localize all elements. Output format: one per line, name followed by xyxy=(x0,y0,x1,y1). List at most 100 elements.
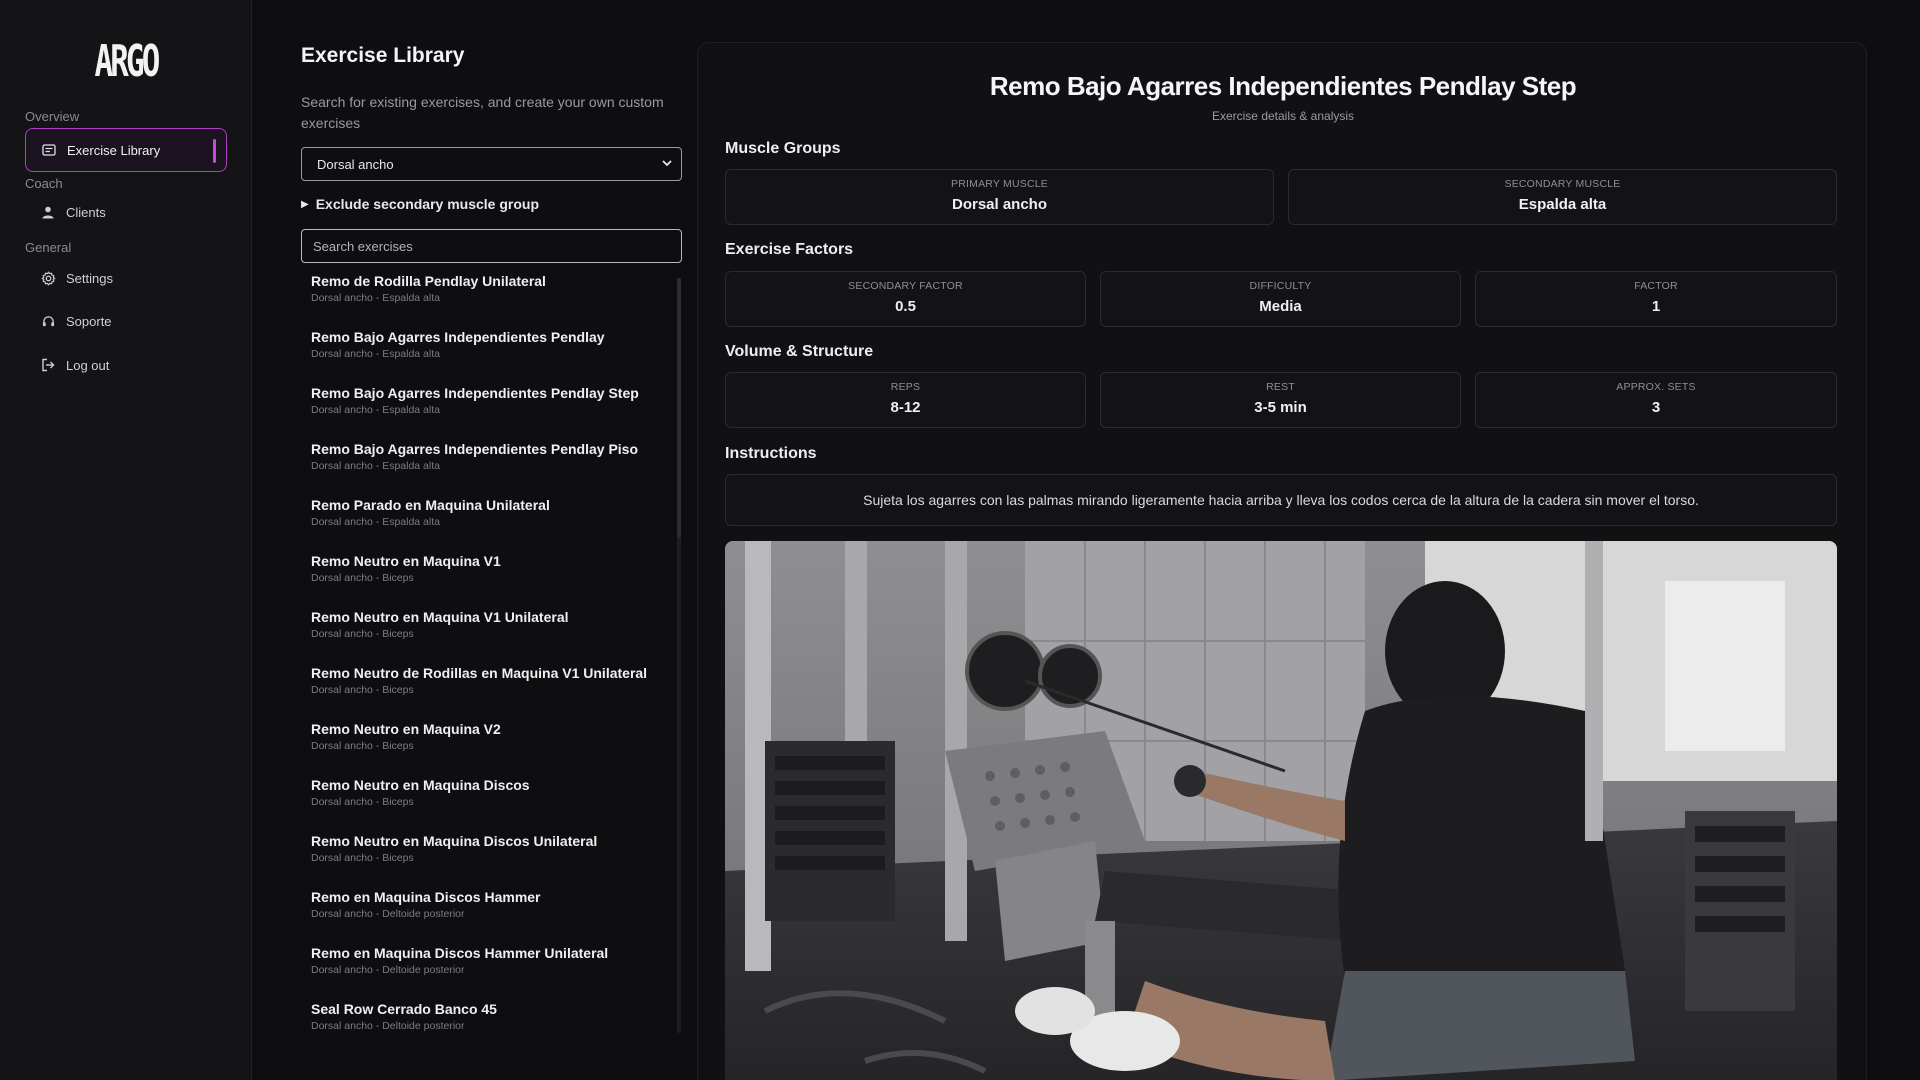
exercise-muscles: Dorsal ancho - Espalda alta xyxy=(311,516,440,528)
section-label-general: General xyxy=(25,240,72,255)
exercise-muscles: Dorsal ancho - Espalda alta xyxy=(311,348,440,360)
stat-value: 8-12 xyxy=(890,399,921,416)
exercise-muscles: Dorsal ancho - Deltoide posterior xyxy=(311,908,465,920)
sidebar-item-exercise-library[interactable]: Exercise Library xyxy=(25,128,227,172)
muscle-groups-heading: Muscle Groups xyxy=(725,140,841,157)
stat-label: Secondary Factor xyxy=(848,280,963,292)
instructions-text: Sujeta los agarres con las palmas mirand… xyxy=(863,492,1699,508)
difficulty-card: Difficulty Media xyxy=(1100,271,1461,327)
exercise-name: Remo Neutro de Rodillas en Maquina V1 Un… xyxy=(311,665,648,681)
stat-label: Secondary Muscle xyxy=(1504,178,1621,190)
exercise-muscles: Dorsal ancho - Biceps xyxy=(311,796,414,808)
exclude-secondary-label: Exclude secondary muscle group xyxy=(315,196,539,212)
exercise-name: Seal Row Cerrado Banco 45 xyxy=(311,1001,497,1017)
exercise-list-item[interactable]: Remo en Maquina Discos Hammer Dorsal anch… xyxy=(301,888,682,944)
exercise-list-item[interactable]: Remo Neutro en Maquina V1 Unilateral Dors… xyxy=(301,608,682,664)
exercise-muscles: Dorsal ancho - Biceps xyxy=(311,684,414,696)
exercise-name: Remo Bajo Agarres Independientes Pendlay xyxy=(311,329,605,345)
exercise-list-item[interactable]: Remo Neutro en Maquina V2 Dorsal ancho - … xyxy=(301,720,682,776)
exercise-list-item[interactable]: Remo Neutro en Maquina Discos Unilateral… xyxy=(301,832,682,888)
muscle-group-select[interactable]: Dorsal ancho xyxy=(301,147,682,181)
exercise-name: Remo de Rodilla Pendlay Unilateral xyxy=(311,273,546,289)
section-label-overview: Overview xyxy=(25,109,80,124)
stat-value: 3 xyxy=(1651,399,1661,416)
section-label-coach: Coach xyxy=(25,176,63,191)
exercise-factors-heading: Exercise Factors xyxy=(725,241,854,258)
stat-label: Difficulty xyxy=(1249,280,1312,292)
user-icon xyxy=(40,204,56,220)
exercise-name: Remo Bajo Agarres Independientes Pendlay… xyxy=(311,441,639,457)
exercise-list-item[interactable]: Remo Neutro de Rodillas en Maquina V1 Un… xyxy=(301,664,682,720)
exercise-muscles: Dorsal ancho - Deltoide posterior xyxy=(311,964,465,976)
sidebar: ARGO Overview Exercise Library Coach Cli… xyxy=(0,0,252,1080)
exercise-list-item[interactable]: Seal Row Cerrado Banco 45 Dorsal ancho - … xyxy=(301,1000,682,1038)
exercise-list-item[interactable]: Remo Parado en Maquina Unilateral Dorsal … xyxy=(301,496,682,552)
sidebar-item-label: Soporte xyxy=(66,313,112,329)
gear-icon xyxy=(40,270,56,286)
stat-value: Media xyxy=(1259,298,1302,315)
stat-label: Primary Muscle xyxy=(951,178,1048,190)
sidebar-item-logout[interactable]: Log out xyxy=(25,343,227,387)
stat-label: Factor xyxy=(1634,280,1678,292)
chevron-down-icon xyxy=(661,157,673,172)
exercise-name: Remo en Maquina Discos Hammer Unilateral xyxy=(311,945,609,961)
exercise-list-item[interactable]: Remo en Maquina Discos Hammer Unilateral… xyxy=(301,944,682,1000)
exercise-name: Remo Neutro en Maquina V2 xyxy=(311,721,501,737)
instructions-heading: Instructions xyxy=(725,445,817,462)
page-description: Search for existing exercises, and creat… xyxy=(301,94,664,131)
exercise-name: Remo Parado en Maquina Unilateral xyxy=(311,497,550,513)
exclude-secondary-toggle[interactable]: ▶ Exclude secondary muscle group xyxy=(301,196,539,212)
search-input[interactable] xyxy=(301,229,682,263)
sets-card: Approx. Sets 3 xyxy=(1475,372,1837,428)
secondary-factor-card: Secondary Factor 0.5 xyxy=(725,271,1086,327)
exercise-list-item[interactable]: Remo Neutro en Maquina Discos Dorsal anch… xyxy=(301,776,682,832)
sidebar-item-label: Settings xyxy=(66,270,113,286)
factor-card: Factor 1 xyxy=(1475,271,1837,327)
sidebar-item-label: Clients xyxy=(66,204,106,220)
page-title: Exercise Library xyxy=(301,44,465,67)
exercise-muscles: Dorsal ancho - Biceps xyxy=(311,572,414,584)
sidebar-item-label: Exercise Library xyxy=(67,142,161,158)
reps-card: Reps 8-12 xyxy=(725,372,1086,428)
primary-muscle-card: Primary Muscle Dorsal ancho xyxy=(725,169,1274,225)
support-icon xyxy=(40,313,56,329)
gym-scene-illustration xyxy=(725,541,1837,1080)
exercise-list-item[interactable]: Remo de Rodilla Pendlay Unilateral Dorsal… xyxy=(301,272,682,328)
exercise-name: Remo Bajo Agarres Independientes Pendlay… xyxy=(311,385,639,401)
exercise-subtitle: Exercise details & analysis xyxy=(1211,109,1355,123)
exercise-muscles: Dorsal ancho - Biceps xyxy=(311,740,414,752)
exercise-name: Remo Neutro en Maquina Discos xyxy=(311,777,530,793)
stat-value: Espalda alta xyxy=(1518,196,1607,213)
exercise-muscles: Dorsal ancho - Espalda alta xyxy=(311,460,440,472)
exercise-name: Remo Neutro en Maquina Discos Unilateral xyxy=(311,833,598,849)
instructions-box: Sujeta los agarres con las palmas mirand… xyxy=(725,474,1837,526)
exercise-list-item[interactable]: Remo Neutro en Maquina V1 Dorsal ancho - … xyxy=(301,552,682,608)
sidebar-item-settings[interactable]: Settings xyxy=(25,256,227,300)
stat-label: Reps xyxy=(890,381,921,393)
stat-label: Rest xyxy=(1266,381,1295,393)
exercise-photo xyxy=(725,541,1837,1080)
exercise-name: Remo Neutro en Maquina V1 xyxy=(311,553,501,569)
exercise-title: Remo Bajo Agarres Independientes Pendlay… xyxy=(989,71,1577,101)
exercise-detail-card: Remo Bajo Agarres Independientes Pendlay… xyxy=(697,42,1867,1080)
list-scrollbar[interactable] xyxy=(677,278,681,1033)
app-logo: ARGO xyxy=(94,36,161,87)
secondary-muscle-card: Secondary Muscle Espalda alta xyxy=(1288,169,1837,225)
stat-value: Dorsal ancho xyxy=(951,196,1048,213)
exercise-name: Remo Neutro en Maquina V1 Unilateral xyxy=(311,609,569,625)
sidebar-item-clients[interactable]: Clients xyxy=(25,190,227,234)
sidebar-item-soporte[interactable]: Soporte xyxy=(25,299,227,343)
sidebar-item-label: Log out xyxy=(66,357,110,373)
rest-card: Rest 3-5 min xyxy=(1100,372,1461,428)
disclosure-triangle-icon: ▶ xyxy=(301,198,309,210)
exercise-muscles: Dorsal ancho - Espalda alta xyxy=(311,404,440,416)
library-icon xyxy=(41,142,57,158)
list-scrollbar-thumb[interactable] xyxy=(677,278,681,538)
exercise-muscles: Dorsal ancho - Deltoide posterior xyxy=(311,1020,465,1032)
exercise-list-item[interactable]: Remo Bajo Agarres Independientes Pendlay… xyxy=(301,440,682,496)
exercise-list-item[interactable]: Remo Bajo Agarres Independientes Pendlay… xyxy=(301,384,682,440)
stat-label: Approx. Sets xyxy=(1616,381,1696,393)
exercise-list-item[interactable]: Remo Bajo Agarres Independientes Pendlay… xyxy=(301,328,682,384)
exercise-name: Remo en Maquina Discos Hammer xyxy=(311,889,541,905)
logout-icon xyxy=(40,357,56,373)
